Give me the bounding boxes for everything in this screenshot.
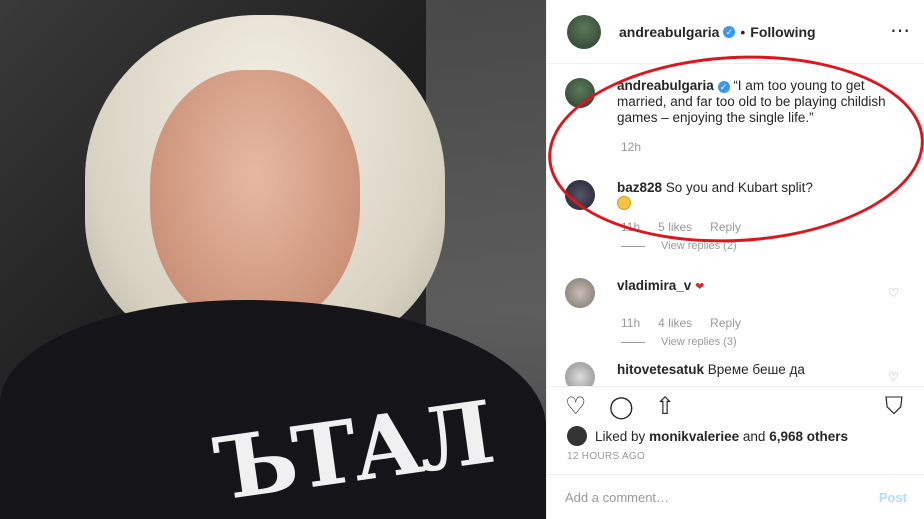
post-side-panel: andreabulgaria ✓ • Following ⋯ andreabul… [546, 0, 924, 519]
view-replies-label: View replies (3) [661, 336, 737, 348]
comments-list[interactable]: andreabulgaria ✓ “I am too young to get … [547, 64, 924, 386]
following-button[interactable]: Following [750, 24, 815, 40]
caption-comment: andreabulgaria ✓ “I am too young to get … [565, 78, 905, 154]
red-heart-icon: ❤ [695, 281, 705, 293]
commenter-avatar[interactable] [565, 78, 595, 108]
commenter-avatar[interactable] [565, 362, 595, 386]
add-comment-bar: Post [547, 474, 924, 519]
author-avatar[interactable] [567, 14, 601, 49]
more-options-icon[interactable]: ⋯ [890, 18, 911, 43]
comment-username[interactable]: vladimira_v [617, 278, 691, 293]
comment-username[interactable]: andreabulgaria [617, 78, 714, 93]
flushed-face-emoji-icon [617, 196, 631, 210]
action-bar: ♡ ◯ ⇧ ⛉ [547, 386, 924, 426]
comment-body: baz828 So you and Kubart split? [617, 180, 897, 212]
post-timestamp: 12 HOURS AGO [567, 451, 646, 462]
reply-button[interactable]: Reply [710, 316, 741, 330]
comment-item: baz828 So you and Kubart split? ♡ 11h 5 … [565, 180, 905, 252]
comment-like-heart-icon[interactable]: ♡ [888, 188, 899, 202]
comment-body: vladimira_v ❤ [617, 278, 897, 308]
comment-text: Време беше да [707, 362, 805, 377]
add-comment-input[interactable] [565, 489, 879, 505]
view-replies-label: View replies (2) [661, 240, 737, 252]
save-bookmark-icon[interactable]: ⛉ [885, 395, 903, 419]
likes-summary: Liked by monikvaleriee and 6,968 others [567, 426, 848, 446]
liker-avatar[interactable] [567, 426, 587, 446]
verified-badge-icon: ✓ [717, 81, 730, 93]
verified-badge-icon: ✓ [723, 25, 736, 38]
like-heart-icon[interactable]: ♡ [565, 395, 587, 419]
comment-likes[interactable]: 4 likes [658, 316, 692, 330]
likes-prefix: Liked by [595, 428, 646, 444]
replies-line [621, 341, 645, 343]
view-replies-button[interactable]: View replies (2) [621, 240, 905, 252]
comment-body: hitovetesatuk Време беше да [617, 362, 897, 386]
post-photo: ЪТАЛ [0, 0, 546, 519]
replies-line [621, 245, 645, 247]
comment-item: vladimira_v ❤ ♡ 11h 4 likes Reply View r… [565, 278, 905, 348]
separator-dot: • [740, 23, 746, 40]
comment-item: hitovetesatuk Време беше да ♡ [565, 362, 905, 386]
commenter-avatar[interactable] [565, 180, 595, 210]
comment-time: 11h [621, 316, 641, 330]
author-username[interactable]: andreabulgaria [619, 24, 719, 40]
post-comment-button[interactable]: Post [879, 490, 907, 505]
commenter-avatar[interactable] [565, 278, 595, 308]
post-header: andreabulgaria ✓ • Following ⋯ [547, 0, 924, 64]
comment-like-heart-icon[interactable]: ♡ [888, 370, 899, 384]
share-icon[interactable]: ⇧ [655, 395, 675, 419]
comment-likes[interactable]: 5 likes [658, 220, 692, 234]
likes-others-link[interactable]: 6,968 others [769, 429, 848, 444]
comment-bubble-icon[interactable]: ◯ [609, 395, 634, 419]
likes-and: and [742, 428, 766, 444]
comment-time: 12h [621, 140, 642, 154]
view-replies-button[interactable]: View replies (3) [621, 336, 905, 348]
reply-button[interactable]: Reply [710, 220, 741, 234]
comment-body: andreabulgaria ✓ “I am too young to get … [617, 78, 897, 126]
liker-username[interactable]: monikvaleriee [649, 429, 739, 444]
comment-text: So you and Kubart split? [665, 180, 813, 195]
comment-like-heart-icon[interactable]: ♡ [888, 286, 899, 300]
comment-username[interactable]: hitovetesatuk [617, 362, 704, 377]
comment-username[interactable]: baz828 [617, 180, 662, 195]
face-shape [150, 70, 360, 330]
comment-time: 11h [621, 220, 641, 234]
